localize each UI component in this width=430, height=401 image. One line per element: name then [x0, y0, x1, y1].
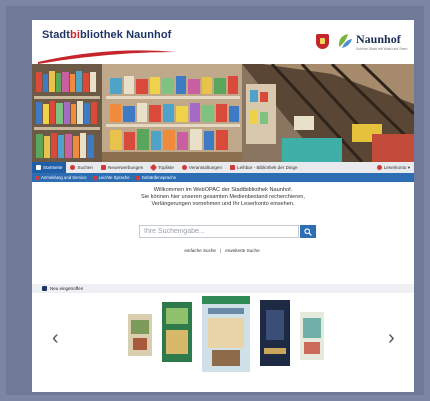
- info-icon: [35, 175, 39, 180]
- search-mode-links: einfache Suche | erweiterte Suche: [132, 248, 312, 253]
- new-arrivals-header: Neu eingetroffen: [32, 284, 414, 293]
- nav-item-topliste[interactable]: Topliste: [147, 162, 178, 173]
- search-input[interactable]: [139, 225, 299, 238]
- bike-icon: [230, 165, 236, 170]
- welcome-text: Willkommen im WebOPAC der Stadtbibliothe…: [92, 187, 354, 208]
- subnav-label: Leichte Sprache: [98, 175, 130, 180]
- subnav-label: Anmeldung und Service: [41, 175, 87, 180]
- nav-item-suchen[interactable]: Suchen: [66, 162, 97, 173]
- new-arrivals-carousel: ‹ ›: [32, 296, 414, 392]
- simple-search-link[interactable]: einfache Suche: [184, 248, 216, 253]
- nav-label: Leserkonto ▾: [383, 164, 410, 170]
- welcome-line-3: Verlängerungen vornehmen und Ihr Leserko…: [151, 201, 295, 207]
- search-icon: [70, 165, 76, 170]
- carousel-prev-button[interactable]: ‹: [52, 328, 59, 348]
- nav-item-leihbar[interactable]: Leihbar - Bibliothek der Dinge: [226, 162, 302, 173]
- link-separator: |: [219, 248, 222, 253]
- subnav-label: Gebärdensprache: [141, 175, 177, 180]
- brand-text-1: Stadt: [42, 29, 70, 41]
- browser-page: Stadtbibliothek Naunhof Naunhof Schöne S…: [32, 20, 414, 392]
- library-logo[interactable]: Stadtbibliothek Naunhof: [42, 29, 171, 41]
- nav-label: Startseite: [43, 165, 63, 170]
- brand-text-2: bi: [70, 29, 80, 41]
- nav-label: Leihbar - Bibliothek der Dinge: [237, 165, 298, 170]
- book-cover[interactable]: [300, 312, 324, 360]
- extended-search-link[interactable]: erweiterte Suche: [225, 248, 259, 253]
- nav-item-neuerwerbungen[interactable]: Neuerwerbungen: [97, 162, 147, 173]
- clock-icon: [181, 165, 187, 170]
- nav-item-leserkonto[interactable]: Leserkonto ▾: [373, 162, 414, 173]
- secondary-navigation: Anmeldung und Service Leichte Sprache Ge…: [32, 173, 414, 182]
- welcome-line-1: Willkommen im WebOPAC der Stadtbibliothe…: [153, 187, 293, 193]
- subnav-item-gebaerdensprache[interactable]: Gebärdensprache: [133, 175, 179, 180]
- star-icon: [150, 163, 158, 172]
- brand-swoosh-icon: [38, 50, 176, 64]
- photo-frame: Stadtbibliothek Naunhof Naunhof Schöne S…: [6, 6, 424, 395]
- main-navigation: Startseite Suchen Neuerwerbungen Toplist…: [32, 162, 414, 173]
- book-cover[interactable]: [162, 302, 192, 362]
- subnav-item-anmeldung[interactable]: Anmeldung und Service: [32, 175, 90, 180]
- brand-text-3: bliothek Naunhof: [79, 29, 172, 41]
- nav-item-startseite[interactable]: Startseite: [32, 162, 67, 173]
- book-cover[interactable]: [202, 296, 250, 372]
- search-icon: [304, 227, 312, 236]
- new-arrivals-title: Neu eingetroffen: [50, 286, 84, 291]
- subnav-item-leichte-sprache[interactable]: Leichte Sprache: [90, 175, 133, 180]
- nav-label: Veranstaltungen: [188, 165, 223, 170]
- user-icon: [376, 165, 382, 170]
- nav-label: Topliste: [158, 165, 174, 170]
- welcome-line-2: Sie können hier unseren gesamten Medienb…: [141, 194, 305, 200]
- book-cover[interactable]: [260, 300, 290, 366]
- city-name[interactable]: Naunhof: [356, 32, 401, 47]
- easy-language-icon: [92, 175, 97, 180]
- nav-item-veranstaltungen[interactable]: Veranstaltungen: [178, 162, 226, 173]
- sign-language-icon: [135, 175, 140, 180]
- book-icon: [42, 286, 47, 291]
- search-button[interactable]: [300, 225, 316, 238]
- coat-of-arms-icon: [316, 34, 329, 49]
- library-banner-image: [32, 64, 414, 162]
- calendar-icon: [101, 165, 106, 170]
- city-tagline: Schöne Stadt mit Wald und Seen: [356, 47, 408, 51]
- site-header: Stadtbibliothek Naunhof Naunhof Schöne S…: [32, 20, 414, 64]
- book-cover[interactable]: [128, 314, 152, 356]
- home-icon: [36, 165, 41, 170]
- carousel-next-button[interactable]: ›: [388, 328, 395, 348]
- search-bar: [139, 225, 316, 238]
- naunhof-leaf-icon: [338, 34, 352, 48]
- nav-label: Neuerwerbungen: [108, 165, 144, 170]
- nav-label: Suchen: [77, 165, 93, 170]
